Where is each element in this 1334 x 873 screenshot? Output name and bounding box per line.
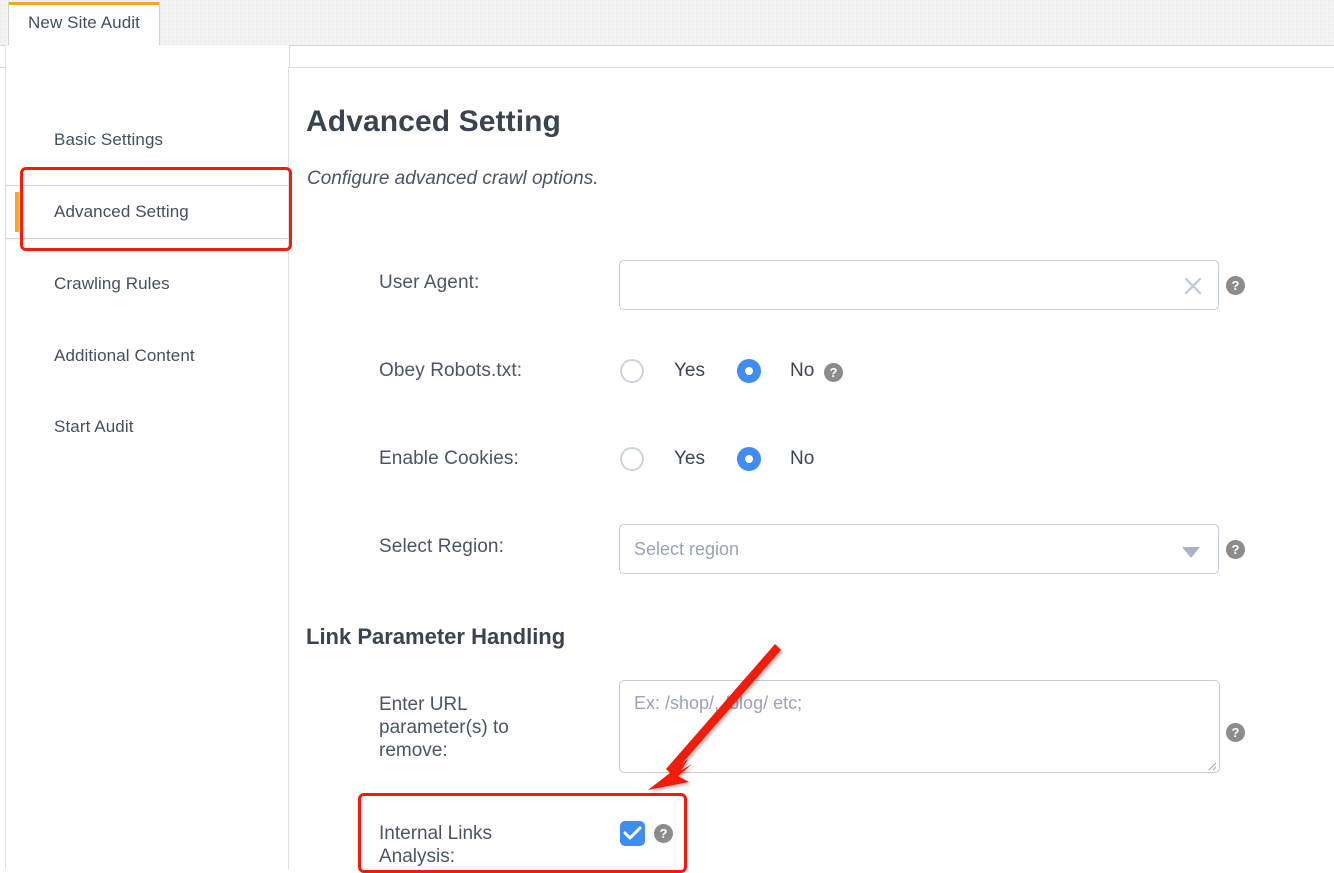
obey-robots-radio-yes[interactable] [620,359,644,383]
sidebar-active-accent-bar [15,192,19,232]
user-agent-label: User Agent: [379,272,480,293]
question-mark-icon[interactable]: ? [824,363,843,382]
sidebar-item-label: Basic Settings [54,130,164,149]
internal-links-analysis-label: Internal Links Analysis: [379,823,493,867]
close-x-icon[interactable] [1180,273,1206,299]
sidebar-item-crawling-rules[interactable]: Crawling Rules [6,257,290,311]
url-parameters-placeholder: Ex: /shop/, /blog/ etc; [634,693,803,713]
sidebar-item-label: Additional Content [54,346,195,365]
chevron-down-icon[interactable] [1182,545,1200,563]
url-parameters-label: Enter URL parameter(s) to remove: [379,694,509,761]
enable-cookies-no-label: No [790,448,815,469]
enable-cookies-yes-label: Yes [674,448,705,469]
advanced-setting-panel: Advanced Setting Configure advanced craw… [288,67,1334,869]
settings-sidebar: Basic Settings Advanced Setting Crawling… [5,45,290,869]
sidebar-item-label: Start Audit [54,417,134,436]
textarea-resize-handle[interactable] [1205,758,1217,771]
enable-cookies-radio-yes[interactable] [620,447,644,471]
app-root: New Site Audit Basic Settings Advanced S… [0,0,1334,873]
tab-new-site-audit[interactable]: New Site Audit [8,2,160,45]
question-mark-icon[interactable]: ? [654,824,673,843]
obey-robots-yes-label: Yes [674,360,705,381]
tab-label: New Site Audit [28,13,140,32]
sidebar-item-start-audit[interactable]: Start Audit [6,400,290,454]
enable-cookies-label: Enable Cookies: [379,448,519,469]
tab-active-accent [9,2,159,5]
question-mark-icon[interactable]: ? [1226,540,1245,559]
checkmark-icon [623,826,642,840]
obey-robots-label: Obey Robots.txt: [379,360,523,381]
enable-cookies-radio-no[interactable] [737,447,761,471]
page-title: Advanced Setting [306,105,561,138]
obey-robots-no-label: No [790,360,815,381]
page-subtitle: Configure advanced crawl options. [307,168,599,189]
sidebar-item-label: Crawling Rules [54,274,170,293]
sidebar-item-basic-settings[interactable]: Basic Settings [6,113,290,167]
select-region-label: Select Region: [379,536,504,557]
internal-links-analysis-checkbox[interactable] [620,821,645,846]
link-parameter-handling-heading: Link Parameter Handling [306,624,566,649]
user-agent-input[interactable] [619,260,1219,310]
obey-robots-radio-no[interactable] [737,359,761,383]
sidebar-item-label: Advanced Setting [54,202,189,221]
sidebar-item-additional-content[interactable]: Additional Content [6,329,290,383]
window-title-bar [0,0,1334,45]
question-mark-icon[interactable]: ? [1226,723,1245,742]
sidebar-item-advanced-setting[interactable]: Advanced Setting [6,185,290,239]
select-region-dropdown[interactable]: Select region [619,524,1219,574]
question-mark-icon[interactable]: ? [1226,276,1245,295]
url-parameters-textarea[interactable]: Ex: /shop/, /blog/ etc; [619,680,1220,773]
select-region-placeholder: Select region [634,539,740,559]
